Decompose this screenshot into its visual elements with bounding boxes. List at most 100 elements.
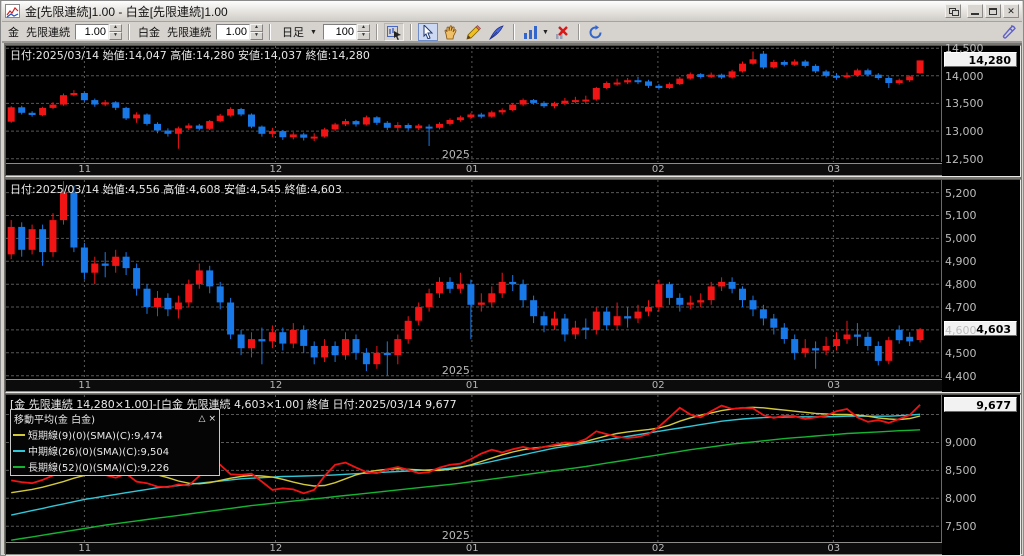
candle-body (70, 192, 78, 248)
spin-up-icon[interactable]: ▲ (356, 24, 370, 32)
candle-body (237, 334, 245, 349)
candle-body (300, 329, 308, 346)
legend-title: 移動平均(金 白金) (14, 415, 95, 426)
quill-tool-icon[interactable] (487, 23, 507, 41)
maximize-button[interactable] (985, 4, 1001, 18)
cascade-button[interactable] (945, 4, 961, 18)
candle-body (112, 256, 120, 266)
chart-window-icon (5, 4, 20, 18)
platinum-multiplier-input[interactable]: 1.00 (216, 24, 250, 40)
month-label: 01 (465, 543, 479, 554)
price-label: 5,100 (945, 209, 977, 223)
minimize-button[interactable] (967, 4, 983, 18)
close-button[interactable]: ✕ (1003, 4, 1019, 18)
price-label: 12,500 (945, 152, 984, 166)
candle-body (843, 334, 851, 340)
platinum-price-axis: 4,603 5,200 5,100 5,000 4,900 4,800 4,700 4,60… (942, 180, 1020, 392)
price-label: 7,500 (945, 520, 977, 534)
candle-body (279, 332, 287, 344)
candle-body (216, 115, 224, 122)
pencil-tool-icon[interactable] (464, 23, 484, 41)
candle-body (571, 327, 579, 335)
candle-body (780, 327, 788, 339)
candle-body (582, 99, 590, 102)
toolbar: 金 先限連続 1.00 ▲ ▼ 白金 先限連続 1.00 ▲ ▼ 日足 ▼ 10… (2, 23, 1022, 43)
candle-body (227, 109, 235, 116)
candle-body (498, 281, 506, 294)
month-label: 03 (827, 380, 841, 391)
gold-plot-area[interactable] (6, 46, 942, 162)
hand-tool-icon[interactable] (441, 23, 461, 41)
candle-body (916, 329, 924, 340)
candle-body (749, 59, 757, 64)
candle-body (676, 297, 684, 305)
candle-body (310, 346, 318, 358)
timeframe-dropdown[interactable]: 日足 ▼ (277, 24, 320, 40)
period-select-icon[interactable] (383, 23, 404, 41)
candle-body (362, 352, 370, 365)
candle-body (300, 134, 308, 138)
candle-body (362, 117, 370, 125)
candle-body (227, 302, 235, 335)
candle-body (707, 74, 715, 77)
gold-multiplier-input[interactable]: 1.00 (75, 24, 109, 40)
candle-body (613, 316, 621, 326)
candle-body (519, 100, 527, 105)
month-label: 03 (827, 543, 841, 554)
refresh-icon[interactable] (586, 23, 606, 41)
candle-body (561, 318, 569, 335)
timeframe-label: 日足 (282, 27, 304, 39)
spin-down-icon[interactable]: ▼ (356, 32, 370, 40)
chart-type-caret-icon[interactable]: ▼ (542, 29, 549, 36)
candle-body (237, 109, 245, 115)
year-label: 2025 (441, 364, 470, 377)
candle-body (551, 103, 558, 107)
candle-body (248, 114, 255, 127)
candle-body (383, 352, 391, 356)
wrench-icon[interactable] (998, 23, 1018, 41)
chart-type-icon[interactable] (521, 23, 541, 41)
candle-body (39, 107, 47, 116)
title-bar[interactable]: 金[先限連続]1.00 - 白金[先限連続]1.00 ✕ (2, 1, 1022, 22)
spin-down-icon[interactable]: ▼ (250, 32, 263, 40)
candle-body (582, 327, 590, 330)
chevron-down-icon: ▼ (310, 28, 317, 36)
candle-body (456, 284, 464, 289)
candle-body (133, 114, 141, 119)
spin-up-icon[interactable]: ▲ (109, 24, 122, 32)
platinum-plot-area[interactable] (6, 180, 942, 378)
candle-body (164, 297, 172, 310)
candle-body (728, 281, 736, 289)
candle-body (874, 74, 882, 78)
price-label: 13,000 (945, 125, 984, 139)
candle-body (812, 348, 820, 351)
bar-count-input[interactable]: 100 (322, 24, 357, 40)
candle-body (18, 107, 26, 113)
candle-body (404, 125, 412, 129)
candle-body (655, 85, 663, 88)
select-arrow-icon[interactable] (417, 23, 438, 41)
spin-up-icon[interactable]: ▲ (250, 24, 263, 32)
month-label: 02 (651, 380, 665, 391)
platinum-ohlc-header: 日付:2025/03/14 始値:4,556 高値:4,608 安値:4,545… (10, 183, 342, 196)
candle-body (383, 122, 391, 128)
candle-body (258, 126, 266, 134)
candle-body (331, 346, 339, 356)
candle-body (812, 65, 820, 72)
candle-body (853, 70, 861, 76)
legend-collapse-icon[interactable]: △ (199, 414, 206, 424)
candle-body (28, 112, 36, 115)
candle-body (801, 61, 809, 66)
candle-body (352, 339, 360, 353)
window-title: 金[先限連続]1.00 - 白金[先限連続]1.00 (25, 4, 228, 19)
candle-body (133, 268, 141, 289)
app-window: 金[先限連続]1.00 - 白金[先限連続]1.00 ✕ 金 先限連続 1.00… (0, 0, 1024, 556)
legend-close-icon[interactable]: × (208, 414, 216, 424)
candle-body (477, 302, 485, 305)
price-label: 4,500 (945, 346, 977, 360)
toolbar-separator (577, 24, 580, 40)
delete-study-icon[interactable] (552, 23, 572, 41)
candle-body (456, 117, 464, 121)
candle-body (592, 311, 600, 330)
spin-down-icon[interactable]: ▼ (109, 32, 122, 40)
